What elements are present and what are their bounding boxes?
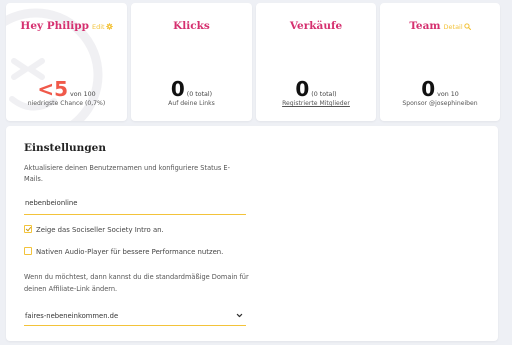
registered-members-link[interactable]: Registrierte Mitglieder	[256, 100, 376, 107]
sales-title: Verkäufe	[289, 20, 343, 32]
chance-subtitle: niedrigste Chance (0,7%)	[27, 100, 106, 107]
audio-checkbox-label: Nativen Audio-Player für bessere Perform…	[36, 248, 224, 256]
chevron-down-icon	[236, 313, 243, 318]
search-icon	[463, 23, 471, 30]
team-value: 0 von 10	[421, 77, 459, 101]
settings-title: Einstellungen	[24, 142, 106, 154]
audio-checkbox[interactable]	[24, 247, 32, 255]
sales-value: 0 (0 total)	[295, 77, 337, 101]
audio-checkbox-row[interactable]: Nativen Audio-Player für bessere Perform…	[24, 247, 223, 256]
team-detail-link[interactable]: Detail	[444, 23, 471, 31]
settings-description: Aktualisiere deinen Benutzernamen und ko…	[24, 164, 230, 183]
stat-card-team: Team Detail 0 von 10 Sponsor @josephineibe…	[380, 3, 500, 121]
clicks-value: 0 (0 total)	[170, 77, 213, 101]
edit-link[interactable]: Edit	[92, 23, 113, 31]
team-title: Team Detail	[380, 20, 500, 32]
intro-checkbox-row[interactable]: Zeige das Sociseller Society Intro an.	[24, 225, 164, 234]
clicks-subtitle: Auf deine Links	[168, 100, 215, 107]
intro-checkbox[interactable]	[24, 225, 32, 233]
chance-value: <5 von 100	[37, 77, 96, 101]
profile-greeting: Hey Philipp Edit	[6, 20, 127, 32]
gear-icon	[105, 23, 113, 30]
stat-card-profile: Hey Philipp Edit <5 von 100 niedrigste Cha…	[6, 3, 127, 121]
clicks-title: Klicks	[173, 20, 210, 32]
intro-checkbox-label: Zeige das Sociseller Society Intro an.	[36, 226, 164, 234]
domain-select-value: faires-nebeneinkommen.de	[25, 312, 119, 320]
domain-description: Wenn du möchtest, dann kannst du die sta…	[24, 273, 249, 293]
username-input[interactable]: nebenbeionline	[24, 195, 246, 215]
domain-select[interactable]: faires-nebeneinkommen.de	[24, 306, 246, 326]
sponsor-info: Sponsor @josephineiben	[402, 100, 478, 107]
stat-card-sales: Verkäufe 0 (0 total) Registrierte Mitglie…	[256, 3, 376, 121]
stat-card-clicks: Klicks 0 (0 total) Auf deine Links	[131, 3, 252, 121]
